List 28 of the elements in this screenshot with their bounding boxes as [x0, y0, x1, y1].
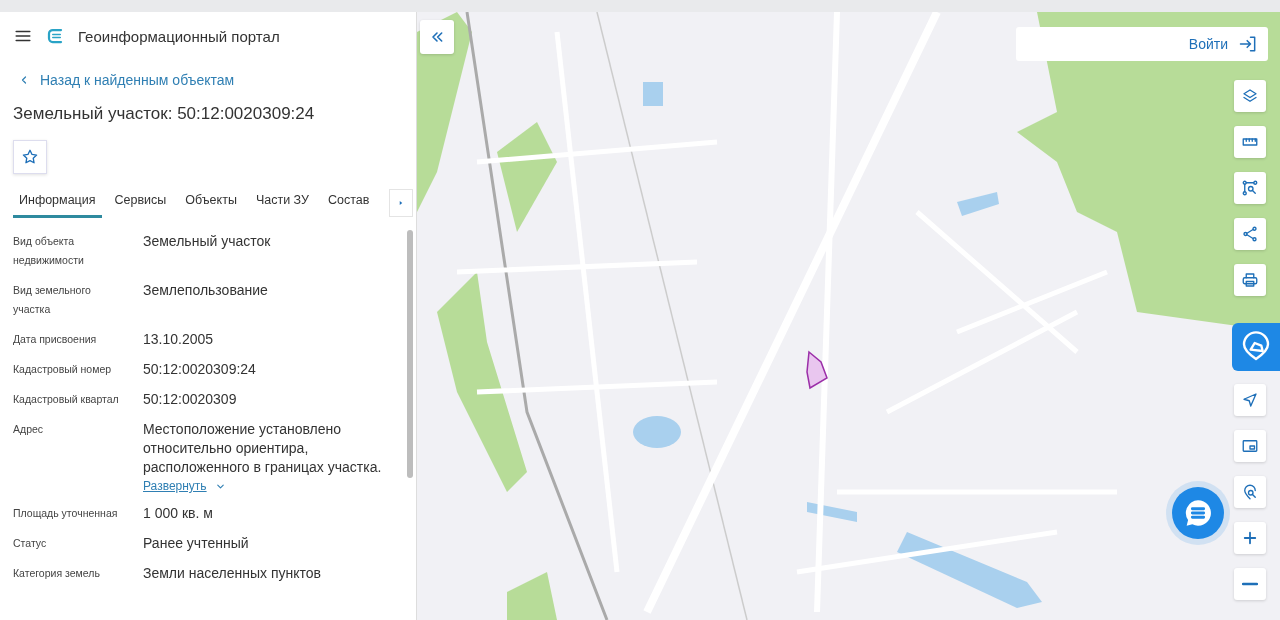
property-label: Площадь уточненная — [13, 506, 119, 521]
property-value: Земли населенных пунктов — [143, 564, 323, 583]
back-link[interactable]: Назад к найденным объектам — [18, 72, 235, 88]
property-value: Земельный участок — [143, 232, 272, 251]
tab[interactable]: Части ЗУ — [249, 193, 315, 218]
property-value: 50:12:0020309:24 — [143, 360, 257, 379]
property-value: Местоположение установлено относительно ориентира, расположенного в границах участка. — [143, 420, 383, 477]
tab[interactable]: Сервисы — [108, 193, 173, 218]
login-button[interactable]: Войти — [1016, 27, 1268, 61]
page-title: Земельный участок: 50:12:0020309:24 — [13, 104, 316, 124]
property-value: 50:12:0020309 — [143, 390, 238, 409]
property-value: Землепользование — [143, 281, 269, 300]
property-label: Статус — [13, 536, 48, 551]
app-title: Геоинформационный портал — [78, 27, 280, 45]
property-label: Вид объекта недвижимости — [13, 234, 85, 268]
tab[interactable]: Информация — [13, 193, 102, 218]
expand-link[interactable]: Развернуть — [143, 479, 207, 493]
property-label: Адрес — [13, 422, 45, 437]
property-label: Кадастровый квартал — [13, 392, 120, 407]
property-label: Вид земельного участка — [13, 283, 92, 317]
tab[interactable]: Состав — [322, 193, 376, 218]
property-value: Ранее учтенный — [143, 534, 250, 553]
property-label: Категория земель — [13, 566, 101, 581]
property-label: Кадастровый номер — [13, 362, 113, 377]
property-value: 13.10.2005 — [143, 330, 215, 349]
property-value: 1 000 кв. м — [143, 504, 214, 523]
tab[interactable]: Объекты — [179, 193, 243, 218]
property-label: Дата присвоения — [13, 332, 98, 347]
